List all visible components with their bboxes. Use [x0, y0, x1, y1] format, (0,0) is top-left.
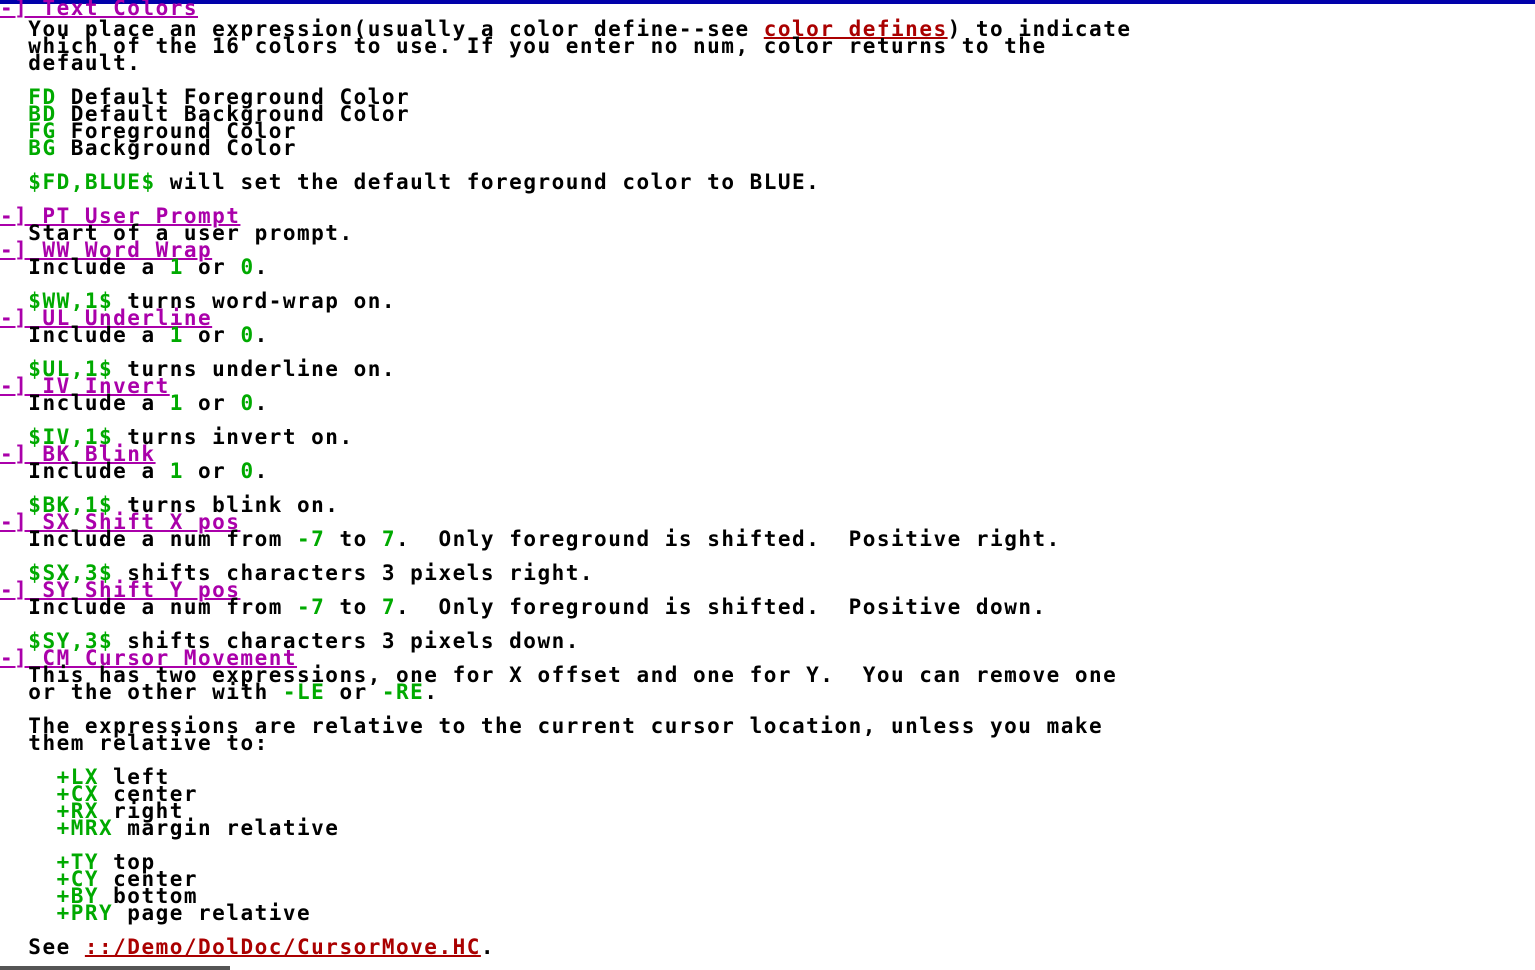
iv-desc: Include a 1 or 0. — [0, 393, 269, 414]
value-zero: 0 — [240, 391, 255, 415]
cm-y-item: +PRY page relative — [0, 903, 311, 924]
text-colors-desc-2: which of the 16 colors to use. If you en… — [0, 36, 1047, 57]
sy-desc: Include a num from -7 to 7. Only foregro… — [0, 597, 1047, 618]
text-colors-desc-3: default. — [0, 53, 141, 74]
desc-text: to — [325, 527, 382, 551]
desc-text: . — [480, 935, 496, 959]
desc-text: to — [325, 595, 382, 619]
desc-text: Include a — [28, 323, 170, 347]
desc-text: . Only foreground is shifted. Positive r… — [396, 527, 1061, 551]
ww-desc: Include a 1 or 0. — [0, 257, 269, 278]
bk-desc: Include a 1 or 0. — [0, 461, 269, 482]
desc-text: . — [424, 680, 439, 704]
desc-text: See — [28, 935, 85, 959]
code-keyword: -LE — [282, 680, 326, 704]
desc-text: them relative to: — [28, 731, 269, 755]
value-zero: 0 — [240, 323, 255, 347]
value-min: -7 — [297, 527, 326, 551]
code-label: margin relative — [113, 816, 340, 840]
value-zero: 0 — [240, 459, 255, 483]
code-label: Background Color — [56, 136, 298, 160]
code-keyword: -RE — [381, 680, 425, 704]
value-one: 1 — [169, 255, 184, 279]
desc-text: Include a — [28, 255, 170, 279]
desc-text: Include a num from — [28, 595, 298, 619]
code-keyword: +MRX — [56, 816, 114, 840]
cm-rel-2: them relative to: — [0, 733, 269, 754]
desc-text: or — [325, 680, 382, 704]
desc-text: or — [183, 391, 241, 415]
desc-text: Include a — [28, 391, 170, 415]
cm-see: See ::/Demo/DolDoc/CursorMove.HC. — [0, 937, 495, 958]
desc-text: default. — [28, 51, 142, 75]
value-max: 7 — [381, 527, 397, 551]
cm-x-item: +MRX margin relative — [0, 818, 339, 839]
desc-text: . — [254, 459, 269, 483]
desc-text: Include a num from — [28, 527, 298, 551]
ul-desc: Include a 1 or 0. — [0, 325, 269, 346]
desc-text: Include a — [28, 459, 170, 483]
desc-text: which of the 16 colors to use. If you en… — [28, 34, 1047, 58]
sx-desc: Include a num from -7 to 7. Only foregro… — [0, 529, 1061, 550]
text-colors-example: $FD,BLUE$ will set the default foregroun… — [0, 172, 820, 193]
desc-text: . — [254, 391, 269, 415]
value-one: 1 — [169, 459, 184, 483]
example-code: $FD,BLUE$ — [28, 170, 156, 194]
desc-text: . Only foreground is shifted. Positive d… — [396, 595, 1047, 619]
cursor-move-demo-link[interactable]: ::/Demo/DolDoc/CursorMove.HC — [85, 935, 481, 959]
value-one: 1 — [169, 323, 184, 347]
value-zero: 0 — [240, 255, 255, 279]
desc-text: or — [183, 459, 241, 483]
value-max: 7 — [381, 595, 397, 619]
bottom-scroll-indicator[interactable] — [0, 966, 230, 970]
desc-text: or — [183, 323, 241, 347]
window-title-bar — [0, 0, 1535, 4]
cm-desc-2: or the other with -LE or -RE. — [0, 682, 438, 703]
desc-text: or the other with — [28, 680, 283, 704]
example-text: will set the default foreground color to… — [155, 170, 821, 194]
desc-text: or — [183, 255, 241, 279]
desc-text: . — [254, 255, 269, 279]
value-one: 1 — [169, 391, 184, 415]
value-min: -7 — [297, 595, 326, 619]
text-colors-header[interactable]: -] Text Colors — [0, 0, 198, 19]
code-bg: BG Background Color — [0, 138, 297, 159]
code-keyword: BG — [28, 136, 57, 160]
code-label: page relative — [113, 901, 312, 925]
code-keyword: +PRY — [56, 901, 114, 925]
desc-text: . — [254, 323, 269, 347]
